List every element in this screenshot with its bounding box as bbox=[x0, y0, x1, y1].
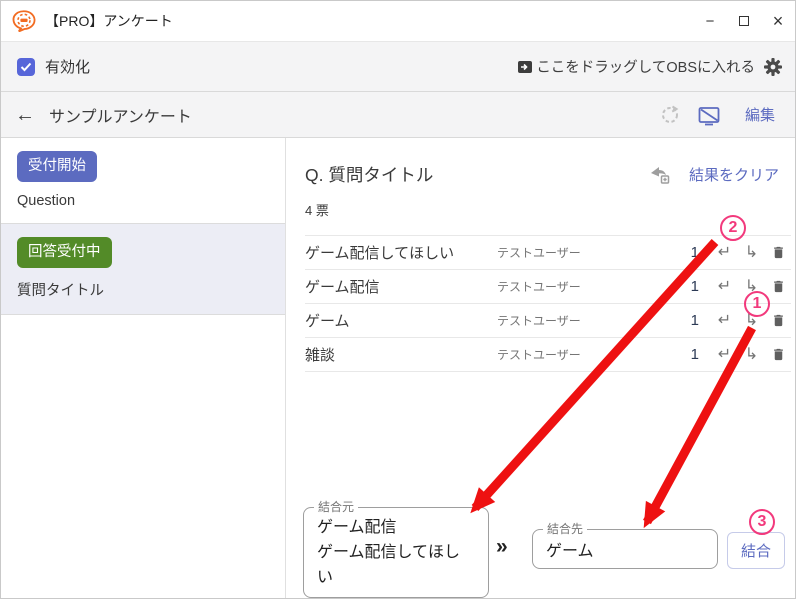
survey-title: サンプルアンケート bbox=[49, 103, 192, 127]
sidebar-item-question[interactable]: 受付開始 Question bbox=[1, 138, 285, 223]
window-title: 【PRO】アンケート bbox=[45, 11, 173, 31]
answer-count: 1 bbox=[669, 244, 699, 261]
tv-off-icon[interactable] bbox=[697, 104, 721, 126]
results-panel: Q. 質問タイトル 結果をクリア 4 票 ゲーム配信してほしい テストユーザー … bbox=[286, 138, 795, 599]
merge-target-label: 結合先 bbox=[543, 521, 587, 538]
app-window: 【PRO】アンケート − × 有効化 ここをドラッグしてOBSに入れる bbox=[0, 0, 796, 599]
titlebar: 【PRO】アンケート − × bbox=[1, 1, 795, 41]
sidebar-item-active-question[interactable]: 回答受付中 質問タイトル bbox=[1, 223, 285, 315]
question-title: Q. 質問タイトル bbox=[305, 162, 433, 187]
merge-source-value: ゲーム配信 ゲーム配信してほしい bbox=[317, 515, 475, 590]
enable-checkbox[interactable] bbox=[17, 58, 35, 76]
answer-user: テストユーザー bbox=[497, 346, 669, 363]
accepting-answers-badge[interactable]: 回答受付中 bbox=[17, 237, 112, 268]
answer-user: テストユーザー bbox=[497, 312, 669, 329]
answer-user: テストユーザー bbox=[497, 244, 669, 261]
answer-text: 雑談 bbox=[305, 344, 497, 365]
sidebar-item-title: Question bbox=[17, 193, 269, 209]
maximize-icon bbox=[739, 16, 749, 26]
results-header: Q. 質問タイトル 結果をクリア bbox=[305, 162, 779, 187]
survey-header-actions: 編集 bbox=[659, 104, 781, 126]
trash-icon bbox=[771, 244, 786, 261]
merge-branch-icon[interactable]: ↳ bbox=[738, 279, 765, 295]
start-accepting-button[interactable]: 受付開始 bbox=[17, 151, 97, 182]
clear-results-link[interactable]: 結果をクリア bbox=[689, 164, 779, 185]
merge-source-label: 結合元 bbox=[314, 499, 358, 516]
merge-return-icon[interactable]: ↵ bbox=[711, 279, 738, 295]
merge-source-box[interactable]: 結合元 ゲーム配信 ゲーム配信してほしい bbox=[303, 507, 489, 598]
settings-gear-icon[interactable] bbox=[763, 57, 783, 77]
sidebar-item-title: 質問タイトル bbox=[17, 279, 269, 300]
answer-text: ゲーム bbox=[305, 310, 497, 331]
merge-branch-icon[interactable]: ↳ bbox=[738, 347, 765, 363]
delete-answer-button[interactable] bbox=[765, 346, 791, 363]
present-result-icon[interactable] bbox=[649, 165, 671, 185]
answer-row: 雑談 テストユーザー 1 ↵ ↳ bbox=[305, 338, 791, 372]
close-button[interactable]: × bbox=[761, 1, 795, 41]
results-actions: 結果をクリア bbox=[649, 164, 779, 185]
answer-row: ゲーム テストユーザー 1 ↵ ↳ bbox=[305, 304, 791, 338]
delete-answer-button[interactable] bbox=[765, 278, 791, 295]
answer-row: ゲーム配信 テストユーザー 1 ↵ ↳ bbox=[305, 270, 791, 304]
merge-branch-icon[interactable]: ↳ bbox=[738, 245, 765, 261]
trash-icon bbox=[771, 278, 786, 295]
answer-text: ゲーム配信してほしい bbox=[305, 242, 497, 263]
maximize-button[interactable] bbox=[727, 1, 761, 41]
delete-answer-button[interactable] bbox=[765, 312, 791, 329]
merge-return-icon[interactable]: ↵ bbox=[711, 245, 738, 261]
enable-checkbox-label[interactable]: 有効化 bbox=[45, 56, 90, 77]
minimize-button[interactable]: − bbox=[693, 1, 727, 41]
merge-return-icon[interactable]: ↵ bbox=[711, 347, 738, 363]
delete-answer-button[interactable] bbox=[765, 244, 791, 261]
obs-drag-label: ここをドラッグしてOBSに入れる bbox=[536, 56, 755, 77]
answer-row: ゲーム配信してほしい テストユーザー 1 ↵ ↳ bbox=[305, 236, 791, 270]
merge-button[interactable]: 結合 bbox=[727, 532, 785, 569]
app-logo-icon bbox=[11, 9, 37, 33]
trash-icon bbox=[771, 346, 786, 363]
merge-direction-chevron: » bbox=[496, 535, 508, 559]
answer-count: 1 bbox=[669, 278, 699, 295]
merge-return-icon[interactable]: ↵ bbox=[711, 313, 738, 329]
app-body: 受付開始 Question 回答受付中 質問タイトル Q. 質問タイトル 結果を… bbox=[1, 138, 795, 599]
drag-to-obs-icon bbox=[517, 60, 533, 74]
question-sidebar: 受付開始 Question 回答受付中 質問タイトル bbox=[1, 138, 286, 599]
answer-user: テストユーザー bbox=[497, 278, 669, 295]
answer-count: 1 bbox=[669, 312, 699, 329]
survey-header: ← サンプルアンケート 編集 bbox=[1, 92, 795, 138]
merge-target-box: 結合先 bbox=[532, 529, 718, 569]
answer-list: ゲーム配信してほしい テストユーザー 1 ↵ ↳ ゲーム配信 テストユーザー 1… bbox=[305, 235, 791, 372]
toolbar: 有効化 ここをドラッグしてOBSに入れる bbox=[1, 41, 795, 92]
trash-icon bbox=[771, 312, 786, 329]
window-controls: − × bbox=[693, 1, 795, 41]
answer-count: 1 bbox=[669, 346, 699, 363]
vote-count: 4 票 bbox=[305, 200, 795, 219]
back-button[interactable]: ← bbox=[15, 105, 35, 125]
edit-link[interactable]: 編集 bbox=[745, 104, 775, 125]
history-icon bbox=[659, 104, 681, 126]
obs-drag-area[interactable]: ここをドラッグしてOBSに入れる bbox=[517, 56, 783, 77]
merge-branch-icon[interactable]: ↳ bbox=[738, 313, 765, 329]
answer-text: ゲーム配信 bbox=[305, 276, 497, 297]
